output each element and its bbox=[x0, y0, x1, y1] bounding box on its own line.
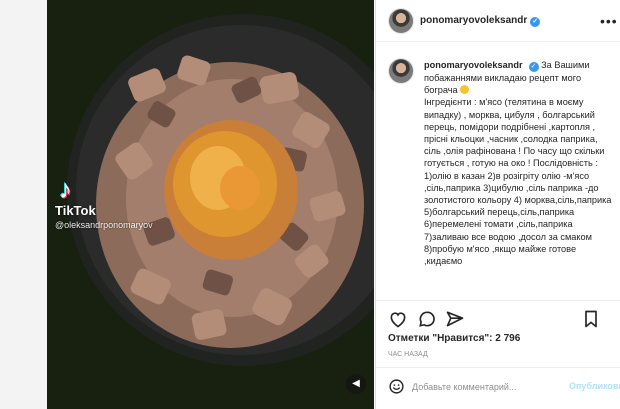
post-video[interactable]: ♪ TikTok @oleksandrponomaryov ◀ bbox=[47, 0, 374, 409]
share-icon[interactable] bbox=[445, 309, 465, 329]
author-username[interactable]: ponomaryovoleksandr bbox=[420, 15, 527, 26]
publish-button[interactable]: Опубликовать bbox=[569, 381, 620, 391]
avatar[interactable] bbox=[388, 8, 414, 34]
more-icon[interactable]: ••• bbox=[600, 13, 618, 29]
comment-input[interactable] bbox=[412, 379, 562, 395]
heart-icon[interactable] bbox=[388, 309, 408, 329]
instagram-post-screen: ♪ TikTok @oleksandrponomaryov ◀ ponomary… bbox=[0, 0, 620, 409]
sound-icon[interactable]: ◀ bbox=[346, 374, 366, 394]
post-details-panel: ponomaryovoleksandr ✓ ••• ponomaryovoleks… bbox=[375, 0, 620, 409]
likes-count[interactable]: Отметки "Нравится": 2 796 bbox=[388, 333, 520, 344]
verified-icon: ✓ bbox=[528, 62, 539, 72]
verified-icon: ✓ bbox=[530, 17, 541, 27]
post-time[interactable]: ЧАС НАЗАД bbox=[388, 351, 428, 358]
comment-icon[interactable] bbox=[417, 309, 437, 329]
smiling-emoji-icon bbox=[460, 85, 470, 95]
post-actions bbox=[376, 300, 620, 332]
tiktok-watermark: ♪ TikTok @oleksandrponomaryov bbox=[55, 176, 153, 230]
caption-username[interactable]: ponomaryovoleksandr bbox=[424, 60, 523, 70]
tiktok-handle: @oleksandrponomaryov bbox=[55, 220, 153, 230]
left-gutter bbox=[0, 0, 47, 409]
smile-icon[interactable] bbox=[388, 378, 405, 395]
tiktok-brand: TikTok bbox=[55, 203, 96, 218]
caption-text: ponomaryovoleksandr ✓ За Вашими побажання… bbox=[424, 59, 612, 267]
caption-avatar[interactable] bbox=[388, 58, 414, 84]
bookmark-icon[interactable] bbox=[581, 309, 601, 329]
comment-bar: Опубликовать bbox=[376, 367, 620, 409]
post-header: ponomaryovoleksandr ✓ ••• bbox=[376, 0, 620, 42]
caption-comment: ponomaryovoleksandr ✓ За Вашими побажання… bbox=[388, 54, 613, 299]
post-author[interactable]: ponomaryovoleksandr ✓ bbox=[420, 15, 541, 27]
recipe-text: Інгредієнти : м'ясо (телятина в моєму ви… bbox=[424, 97, 612, 267]
tiktok-logo-icon: ♪ bbox=[59, 174, 72, 204]
